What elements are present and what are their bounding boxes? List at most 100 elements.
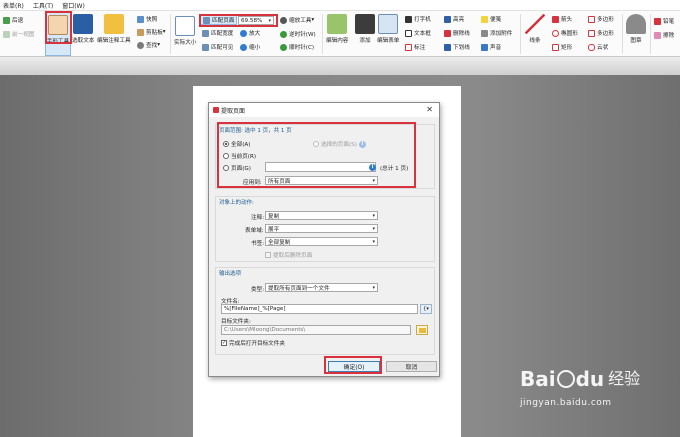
- chevron-down-icon: ▾: [311, 17, 315, 23]
- comments-label: 注释:: [251, 215, 265, 221]
- eraser-icon: [654, 31, 661, 39]
- baidu-watermark: Bai du 经验 jingyan.baidu.com: [520, 368, 640, 408]
- menu-window[interactable]: 窗口(W): [62, 1, 85, 10]
- edit-annotation-button[interactable]: 编辑注释工具: [97, 14, 131, 44]
- output-title: 输出选项: [219, 271, 242, 277]
- eraser-button[interactable]: 擦除: [654, 31, 674, 39]
- polyline-button[interactable]: 多边形: [588, 29, 614, 37]
- zoom-out-icon: [240, 43, 247, 51]
- add-button[interactable]: 添加: [355, 14, 375, 44]
- zoom-tool-button[interactable]: 缩放工具 ▾: [280, 16, 314, 24]
- arrow-icon: [552, 15, 559, 23]
- pencil-icon: [654, 17, 661, 25]
- ellipse-icon: [552, 29, 559, 37]
- menu-bar: 表单(R) 工具(T) 窗口(W): [0, 0, 680, 11]
- zoom-out-button[interactable]: 缩小: [240, 43, 260, 51]
- rotate-right-icon: [280, 43, 287, 51]
- dialog-titlebar: 提取页面 ✕: [209, 103, 439, 117]
- ellipse-button[interactable]: 椭圆形: [552, 29, 578, 37]
- app-icon: [213, 107, 219, 113]
- textbox-button[interactable]: 文本框: [405, 29, 431, 37]
- magnifier-icon: [280, 16, 287, 24]
- callout-icon: [405, 43, 412, 51]
- bookmarks-select[interactable]: 全部复制 ▾: [265, 237, 378, 246]
- note-icon: [481, 15, 488, 23]
- pencil-button[interactable]: 铅笔: [654, 17, 674, 25]
- fit-width-icon: [202, 29, 209, 37]
- edit-content-icon: [327, 14, 348, 34]
- strikeout-icon: [444, 29, 451, 37]
- snapshot-button[interactable]: 快照: [137, 15, 157, 23]
- chevron-down-icon: ▾: [372, 285, 375, 291]
- find-button[interactable]: 查找 ▾: [137, 41, 160, 49]
- form-fields-select[interactable]: 展平 ▾: [265, 224, 378, 233]
- edit-form-button[interactable]: 编辑表单: [377, 14, 399, 44]
- filename-input[interactable]: %[FileName]_%[Page]: [221, 304, 418, 314]
- cloud-icon: [588, 43, 595, 51]
- bookmarks-label: 书签:: [251, 241, 265, 247]
- speaker-icon: [481, 43, 488, 51]
- sound-button[interactable]: 声音: [481, 43, 501, 51]
- search-icon: [137, 41, 144, 49]
- rectangle-button[interactable]: 矩形: [552, 43, 572, 51]
- line-button[interactable]: 线条: [525, 14, 545, 44]
- underline-button[interactable]: 下划线: [444, 43, 470, 51]
- menu-tools[interactable]: 工具(T): [33, 1, 53, 10]
- arrow-button[interactable]: 箭头: [552, 15, 572, 23]
- actual-size-button[interactable]: 实际大小: [174, 16, 196, 46]
- tab-strip: [0, 57, 680, 75]
- attach-file-button[interactable]: 添加附件: [481, 29, 512, 37]
- target-folder-input[interactable]: C:\Users\Mloong\Documents\: [221, 325, 411, 335]
- text-cursor-icon: [73, 14, 94, 34]
- back-button[interactable]: 后退: [3, 16, 23, 24]
- macro-menu-button[interactable]: {▾: [420, 304, 432, 314]
- watermark-jingyan: 经验: [608, 369, 641, 388]
- note-button[interactable]: 便笺: [481, 15, 501, 23]
- stamp-icon: [626, 14, 646, 34]
- close-icon[interactable]: ✕: [426, 105, 433, 114]
- select-text-button[interactable]: 选取文本: [72, 14, 94, 44]
- paw-icon: [556, 370, 575, 388]
- cancel-button[interactable]: 取消: [386, 361, 437, 372]
- menu-form[interactable]: 表单(R): [3, 1, 24, 10]
- open-folder-checkbox[interactable]: ✓ 完成后打开目标文件夹: [221, 339, 285, 347]
- zoom-in-button[interactable]: 放大: [240, 29, 260, 37]
- chevron-down-icon: ▾: [372, 226, 375, 232]
- rotate-clockwise-button[interactable]: 顺时针(C): [280, 43, 314, 51]
- ok-button-highlight: [324, 356, 382, 374]
- delete-after-extract-checkbox[interactable]: 提取后删除页面: [265, 251, 312, 259]
- highlight-button[interactable]: 高亮: [444, 15, 464, 23]
- type-select[interactable]: 提取所有页面到一个文件 ▾: [265, 283, 378, 292]
- polygon-button[interactable]: 多边形: [588, 15, 614, 23]
- cloud-button[interactable]: 云状: [588, 43, 608, 51]
- actions-title: 对象上的动作:: [219, 200, 254, 206]
- chevron-down-icon: ▾: [162, 29, 166, 35]
- prev-view-icon: [3, 30, 10, 38]
- underline-icon: [444, 43, 451, 51]
- clipboard-icon: [137, 28, 144, 36]
- hand-tool-highlight: [45, 11, 72, 44]
- rotate-left-icon: [280, 30, 287, 38]
- stamp-button[interactable]: 图章: [626, 14, 646, 44]
- fit-visible-button[interactable]: 匹配可见: [202, 43, 233, 51]
- zoom-in-icon: [240, 29, 247, 37]
- fit-visible-icon: [202, 43, 209, 51]
- actual-size-icon: [175, 16, 196, 36]
- polygon-icon: [588, 15, 595, 23]
- clipboard-button[interactable]: 剪贴板 ▾: [137, 28, 166, 36]
- strikeout-button[interactable]: 删除线: [444, 29, 470, 37]
- typewriter-button[interactable]: 打字机: [405, 15, 431, 23]
- folder-icon: [418, 327, 426, 333]
- edit-content-button[interactable]: 编辑内容: [326, 14, 348, 44]
- textbox-icon: [405, 29, 412, 37]
- ribbon-toolbar: 后退 前一视图 手形工具 选取文本 编辑注释工具 快照 剪贴板 ▾ 查找 ▾ 实际大…: [0, 11, 680, 57]
- rotate-counterclockwise-button[interactable]: 逆时针(W): [280, 30, 316, 38]
- comments-select[interactable]: 复制 ▾: [265, 211, 378, 220]
- callout-button[interactable]: 标注: [405, 43, 425, 51]
- type-label: 类型:: [251, 287, 265, 293]
- fit-width-button[interactable]: 匹配宽度: [202, 29, 233, 37]
- browse-folder-button[interactable]: [416, 325, 428, 335]
- page-range-highlight: [217, 122, 416, 188]
- dialog-title: 提取页面: [221, 107, 246, 115]
- prev-view-button[interactable]: 前一视图: [3, 30, 34, 38]
